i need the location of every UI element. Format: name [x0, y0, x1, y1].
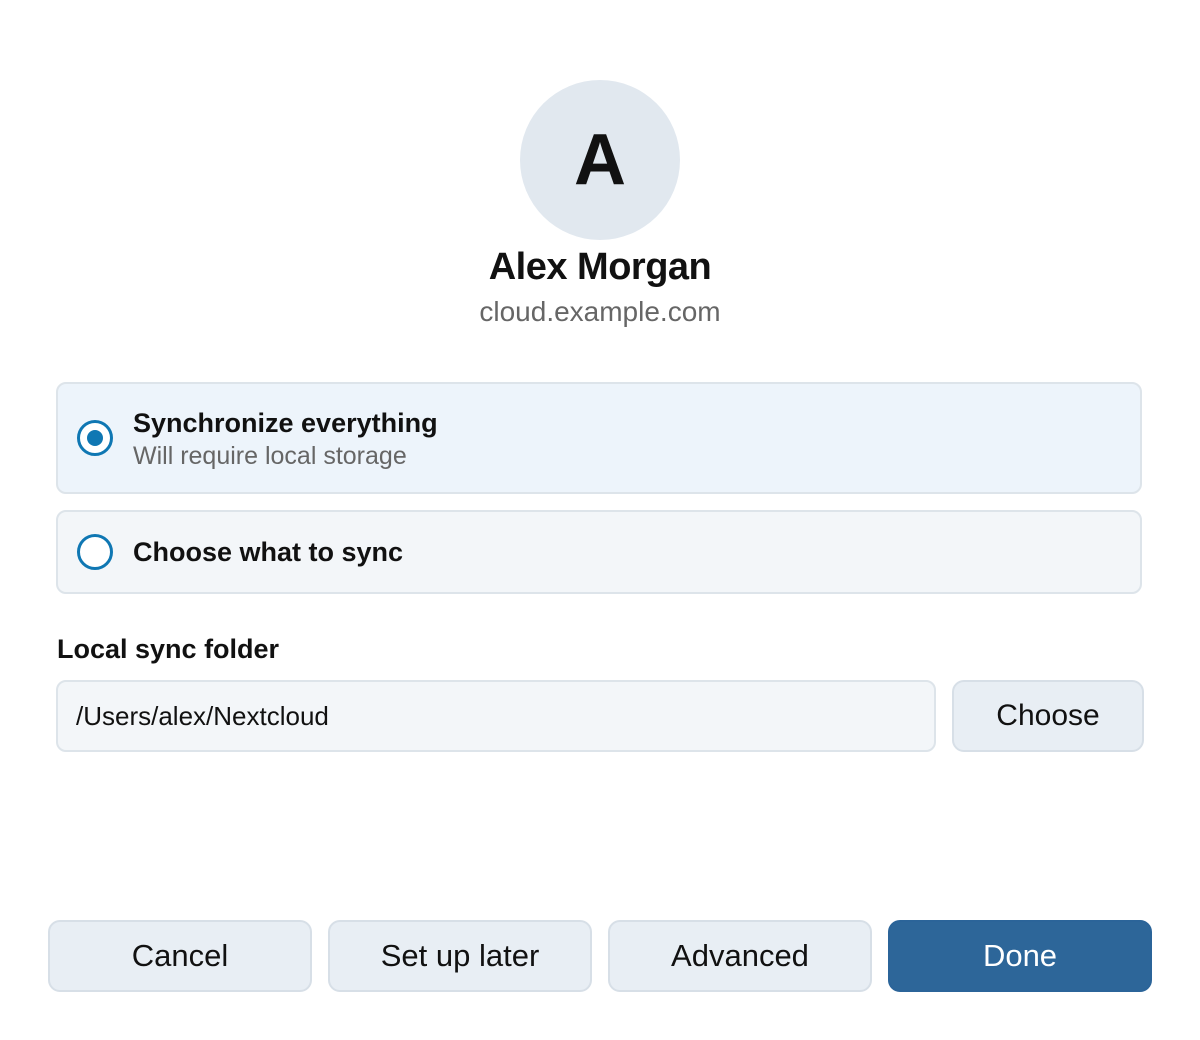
- choose-what-to-sync-option[interactable]: Choose what to sync: [56, 510, 1142, 594]
- local-sync-folder-label: Local sync folder: [57, 634, 280, 664]
- cancel-button[interactable]: Cancel: [48, 920, 312, 992]
- set-up-later-button[interactable]: Set up later: [328, 920, 592, 992]
- done-button[interactable]: Done: [888, 920, 1152, 992]
- sync-everything-title: Synchronize everything: [133, 408, 438, 438]
- radio-checked-icon[interactable]: [77, 420, 113, 456]
- avatar: A: [520, 80, 680, 240]
- sync-setup-dialog: A Alex Morgan cloud.example.com Synchron…: [0, 0, 1200, 1040]
- choose-what-to-sync-title: Choose what to sync: [133, 537, 404, 567]
- sync-everything-option[interactable]: Synchronize everything Will require loca…: [56, 382, 1142, 494]
- server-address: cloud.example.com: [479, 296, 721, 327]
- local-folder-path-input[interactable]: [56, 680, 936, 752]
- sync-everything-subtitle: Will require local storage: [133, 442, 407, 470]
- radio-unchecked-icon[interactable]: [77, 534, 113, 570]
- advanced-button[interactable]: Advanced: [608, 920, 872, 992]
- radio-dot: [87, 430, 103, 446]
- account-name: Alex Morgan: [488, 246, 712, 288]
- choose-folder-button[interactable]: Choose: [952, 680, 1144, 752]
